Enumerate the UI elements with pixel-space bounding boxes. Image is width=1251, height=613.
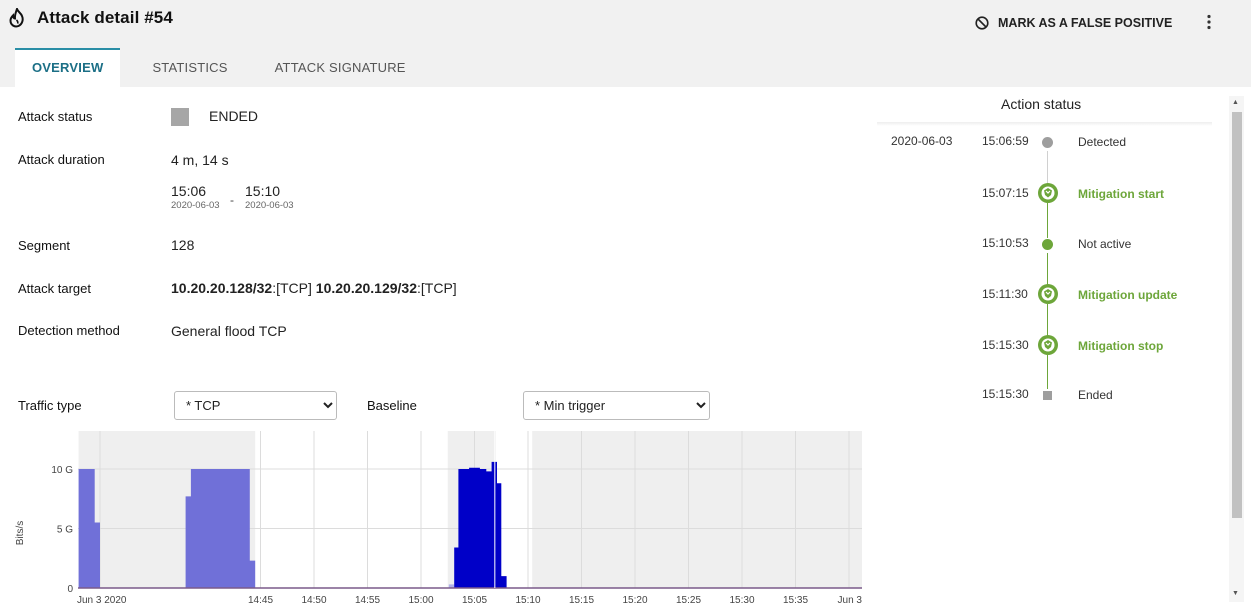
scroll-down-icon[interactable]: ▼ — [1232, 590, 1239, 597]
event-time: 15:07:15 — [982, 186, 1029, 200]
x-tick-label: 15:00 — [408, 595, 433, 606]
detection-method-value: General flood TCP — [171, 323, 287, 339]
square-icon — [1043, 391, 1052, 400]
event-time: 15:15:30 — [982, 338, 1029, 352]
baseline-select[interactable]: * Min trigger — [523, 391, 710, 420]
traffic-type-select[interactable]: * TCP — [174, 391, 337, 420]
segment-label: Segment — [18, 238, 71, 253]
x-tick-label: Jun 3 2020 — [77, 595, 127, 606]
event-label: Ended — [1078, 388, 1113, 402]
x-tick-label: 14:45 — [248, 595, 273, 606]
event-label: Detected — [1078, 135, 1127, 149]
event-label: Mitigation start — [1078, 187, 1164, 201]
x-tick-label: 15:20 — [622, 595, 647, 606]
x-tick-label: 14:55 — [355, 595, 380, 606]
tab-overview[interactable]: OVERVIEW — [15, 48, 121, 87]
event-label: Mitigation update — [1078, 288, 1178, 302]
attack-target-label: Attack target — [18, 281, 91, 296]
time-separator: - — [230, 193, 234, 207]
end-time: 15:10 2020-06-03 — [245, 183, 294, 211]
shield-icon — [1038, 335, 1058, 355]
end-time-value: 15:10 — [245, 183, 281, 199]
y-tick-label: 10 G — [51, 465, 73, 476]
target-ip: 10.20.20.128/32 — [171, 280, 273, 296]
shield-icon — [1038, 183, 1058, 203]
tab-attack-signature[interactable]: ATTACK SIGNATURE — [258, 48, 423, 87]
x-tick-label: 15:25 — [676, 595, 701, 606]
traffic-type-label: Traffic type — [18, 398, 82, 413]
segment-value: 128 — [171, 237, 195, 253]
target-proto: :[TCP] — [417, 280, 457, 296]
start-time: 15:06 2020-06-03 — [171, 183, 220, 211]
traffic-chart[interactable]: 0 5 G 10 G Bits/s Jun 3 2020 14:45 14:50 14:55 1… — [0, 425, 870, 613]
start-time-value: 15:06 — [171, 183, 207, 199]
action-status-scrollbar[interactable]: ▲ ▼ — [1229, 96, 1244, 602]
tab-statistics[interactable]: STATISTICS — [135, 48, 244, 87]
scroll-up-icon[interactable]: ▲ — [1232, 99, 1239, 106]
status-square-icon — [171, 108, 189, 126]
x-tick-label: 15:05 — [462, 595, 487, 606]
target-proto: :[TCP] — [272, 280, 312, 296]
dot-icon — [1042, 239, 1053, 250]
dot-icon — [1042, 137, 1053, 148]
mark-false-positive-label: MARK AS A FALSE POSITIVE — [998, 16, 1173, 30]
timeline-connector — [1047, 355, 1048, 389]
x-tick-label: 15:15 — [569, 595, 594, 606]
kebab-menu-icon[interactable] — [1200, 13, 1218, 31]
shield-icon — [1038, 284, 1058, 304]
x-tick-label: 15:30 — [729, 595, 754, 606]
y-tick-label: 5 G — [57, 525, 73, 536]
page-title: Attack detail #54 — [37, 8, 173, 27]
y-tick-label: 0 — [67, 584, 73, 595]
start-date-value: 2020-06-03 — [171, 200, 220, 211]
mark-false-positive-button[interactable]: MARK AS A FALSE POSITIVE — [975, 13, 1172, 33]
x-tick-label: 15:10 — [515, 595, 540, 606]
x-tick-label: 14:50 — [301, 595, 326, 606]
x-tick-label: 15:35 — [783, 595, 808, 606]
event-date: 2020-06-03 — [891, 134, 953, 148]
end-date-value: 2020-06-03 — [245, 200, 294, 211]
scrollbar-thumb[interactable] — [1232, 112, 1242, 518]
action-status-divider — [877, 122, 1212, 126]
attack-target-value: 10.20.20.128/32:[TCP] 10.20.20.129/32:[T… — [171, 280, 457, 296]
target-ip: 10.20.20.129/32 — [315, 280, 417, 296]
event-time: 15:11:30 — [982, 287, 1028, 301]
ban-icon — [975, 16, 989, 30]
action-status-title: Action status — [1001, 96, 1082, 112]
detection-method-label: Detection method — [18, 323, 120, 338]
attack-status-label: Attack status — [18, 109, 93, 124]
flame-icon — [9, 8, 24, 28]
attack-status-value: ENDED — [209, 108, 259, 124]
attack-duration-value: 4 m, 14 s — [171, 152, 229, 168]
timeline-connector — [1047, 203, 1048, 238]
x-tick-label: Jun 3 — [838, 595, 863, 606]
event-label: Not active — [1078, 237, 1132, 251]
event-label: Mitigation stop — [1078, 339, 1164, 353]
page-header: Attack detail #54 MARK AS A FALSE POSITI… — [0, 0, 1251, 87]
event-time: 15:10:53 — [982, 236, 1029, 250]
tab-bar: OVERVIEW STATISTICS ATTACK SIGNATURE — [15, 48, 423, 87]
baseline-label: Baseline — [367, 398, 417, 413]
y-axis-label: Bits/s — [15, 521, 26, 545]
event-time: 15:06:59 — [982, 134, 1029, 148]
attack-duration-label: Attack duration — [18, 152, 105, 167]
event-time: 15:15:30 — [982, 387, 1029, 401]
